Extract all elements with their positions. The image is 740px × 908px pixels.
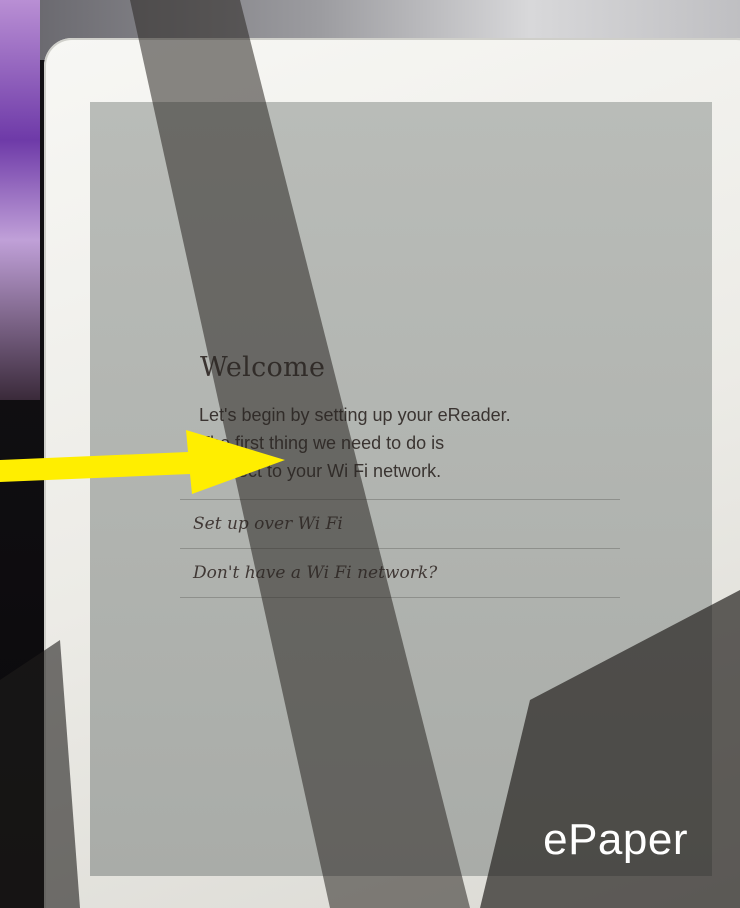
epaper-caption: ePaper: [543, 815, 688, 864]
background-poster: [0, 0, 40, 400]
intro-line: Let's begin by setting up your eReader.: [199, 405, 511, 425]
no-wifi-label: Don't have a Wi Fi network?: [193, 563, 438, 583]
welcome-title: Welcome: [200, 352, 326, 383]
annotation-arrow: [0, 430, 285, 494]
no-wifi-option[interactable]: Don't have a Wi Fi network?: [180, 548, 620, 598]
photo-scene: Welcome Let's begin by setting up your e…: [0, 0, 740, 908]
arrow-icon: [0, 430, 285, 494]
setup-wifi-label: Set up over Wi Fi: [193, 514, 343, 534]
